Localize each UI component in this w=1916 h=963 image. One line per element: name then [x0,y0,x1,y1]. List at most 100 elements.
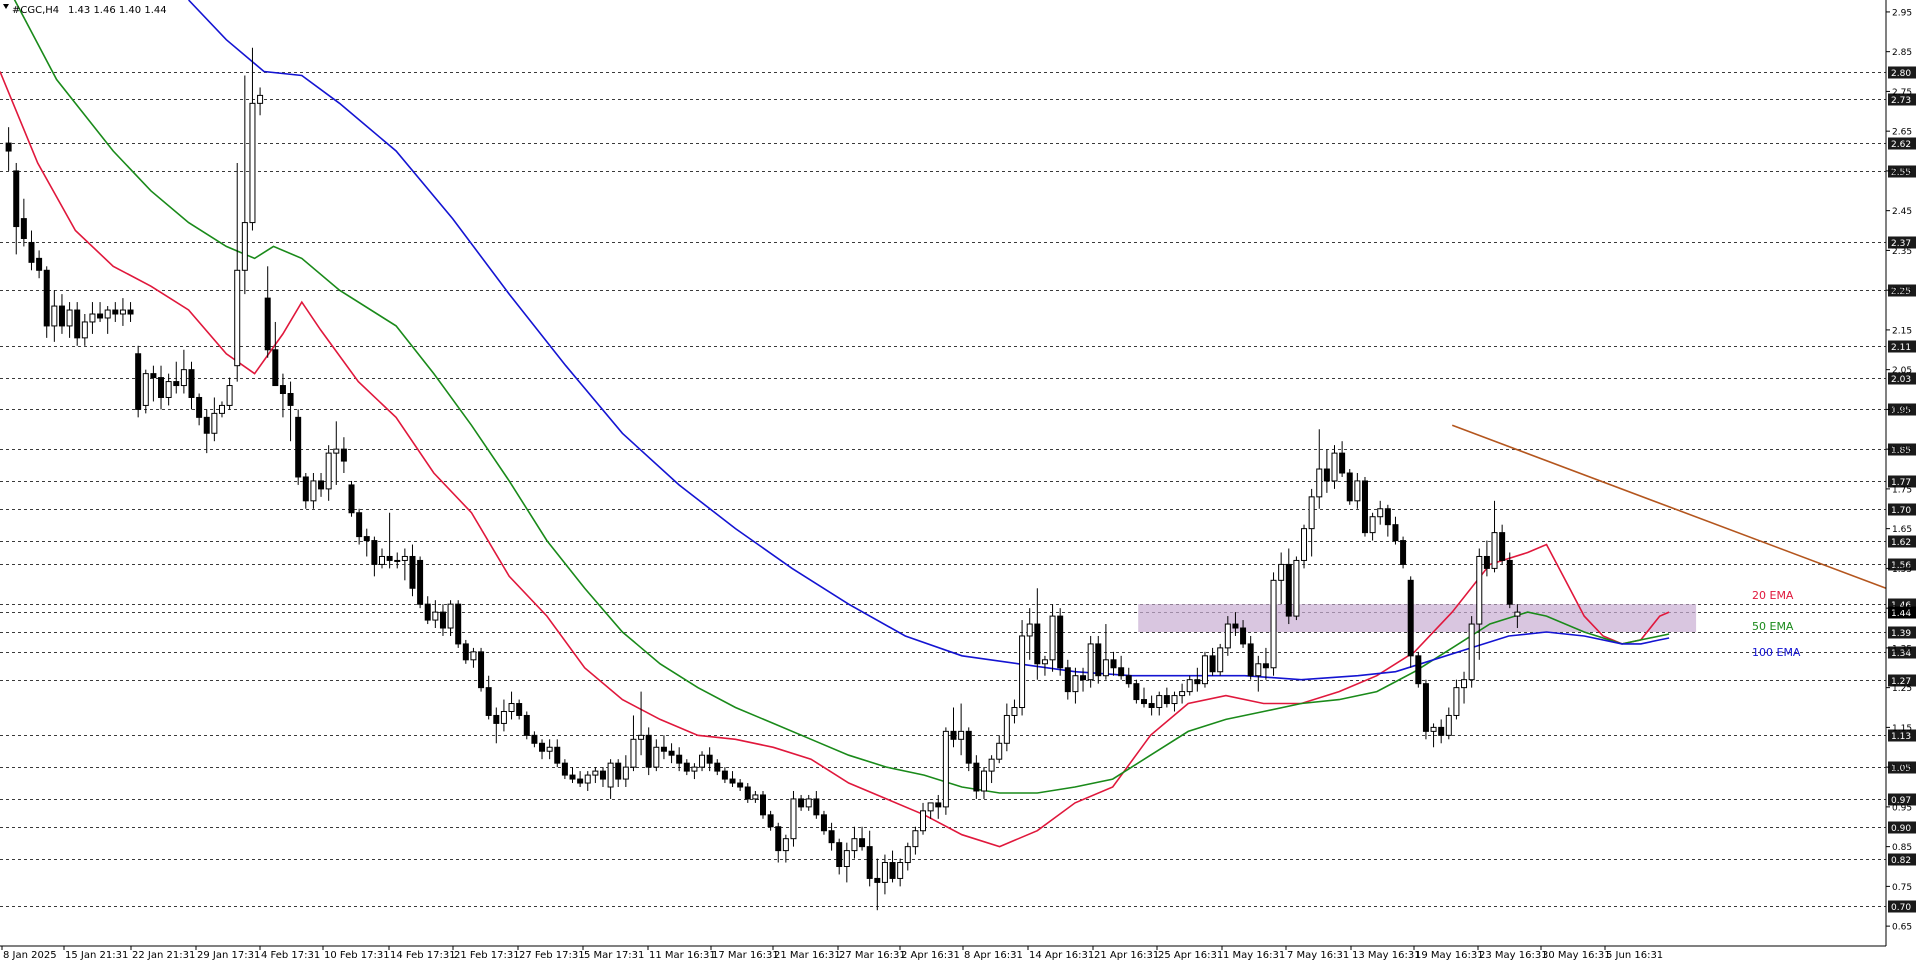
candle-body [645,734,652,768]
candle-body [333,448,340,454]
candle-body [150,373,157,379]
candle-body [942,730,949,808]
candlestick[interactable] [455,600,462,648]
candle-body [676,754,683,764]
y-tick-label: 2.35 [1892,247,1912,257]
price-chart[interactable]: 20 EMA50 EMA100 EMA 2.802.732.622.552.37… [0,0,1916,963]
candlestick[interactable] [1270,572,1277,676]
candlestick[interactable] [820,810,827,835]
candle-body [912,830,919,848]
candlestick[interactable] [348,480,355,517]
candle-body [592,770,599,776]
candle-body [478,651,485,689]
candlestick[interactable] [1506,552,1513,609]
candle-body [1019,635,1026,709]
x-tick-label: 21 Apr 16:31 [1094,950,1159,961]
candlestick[interactable] [1415,651,1422,688]
candlestick[interactable] [135,345,142,418]
candle-body [828,830,835,844]
candle-body [1369,516,1376,534]
candlestick[interactable] [1407,576,1414,668]
x-tick-label: 11 Mar 16:31 [649,950,716,961]
candle-body [340,448,347,462]
candle-body [104,309,111,319]
candle-body [1072,675,1079,693]
candle-body [264,297,271,351]
candle-body [950,730,957,740]
candle-body [1301,528,1308,561]
candlestick[interactable] [462,639,469,664]
candle-body [1438,726,1445,736]
candlestick[interactable] [1293,556,1300,621]
level-price-label: 1.39 [1891,629,1911,639]
candle-body [767,814,774,828]
candle-body [683,762,690,772]
candle-body [158,377,165,398]
x-tick-label: 14 Feb 17:31 [390,950,456,961]
candle-body [577,778,584,784]
candle-body [1468,623,1475,681]
candle-body [1118,667,1125,677]
candlestick[interactable] [1400,536,1407,569]
y-tick-label: 2.25 [1892,287,1912,297]
candlestick[interactable] [760,790,766,819]
candlestick[interactable] [1422,679,1429,740]
candle-body [66,309,73,327]
candle-body [455,603,462,645]
candlestick[interactable] [1087,635,1094,688]
candle-body [1377,508,1384,518]
candlestick[interactable] [417,556,424,609]
candlestick[interactable] [478,647,485,692]
x-tick-label: 15 Jan 21:31 [65,950,128,961]
candle-body [249,102,256,224]
candle-body [760,794,766,816]
level-price-label: 2.11 [1891,343,1911,353]
candlestick[interactable] [1361,476,1368,537]
candle-body [1064,667,1071,693]
candle-body [180,369,187,387]
candle-body [782,838,789,852]
candle-body [851,838,858,852]
candle-body [859,838,866,848]
candle-body [622,766,629,780]
candle-body [119,309,126,315]
candle-body [874,877,881,883]
candle-body [752,794,759,800]
candle-body [1445,714,1452,736]
level-price-label: 2.80 [1891,69,1911,79]
candlestick[interactable] [1057,608,1064,676]
candle-body [58,305,65,327]
y-tick-label: 1.95 [1892,406,1912,416]
candlestick[interactable] [295,409,302,485]
candle-body [348,484,355,514]
candlestick[interactable] [942,727,949,815]
candlestick[interactable] [1346,469,1353,505]
candle-body [820,814,827,832]
ohlc-readout: 1.43 1.46 1.40 1.44 [68,5,167,16]
candle-body [584,774,591,784]
candle-body [798,798,805,808]
y-tick-label: 1.85 [1892,446,1912,456]
candle-body [866,846,873,879]
y-tick-label: 2.45 [1892,207,1912,217]
candle-body [1186,679,1193,693]
candle-body [935,802,942,808]
candle-body [1179,691,1186,697]
candle-body [958,730,965,740]
candle-body [287,393,294,406]
candle-body [1209,655,1216,673]
candle-body [554,746,561,764]
candlestick[interactable] [1468,616,1475,688]
candlestick[interactable] [790,790,797,847]
candle-body [1278,563,1285,581]
candlestick[interactable] [1217,643,1224,676]
candlestick[interactable] [1133,679,1140,704]
candle-body [279,385,286,395]
candlestick[interactable] [523,711,530,740]
level-price-label: 1.70 [1891,506,1911,516]
zone-rectangle[interactable] [1138,604,1697,632]
candlestick[interactable] [1201,651,1208,688]
candle-body [1133,683,1140,701]
candle-body [1247,643,1254,677]
y-tick-label: 2.05 [1892,366,1912,376]
